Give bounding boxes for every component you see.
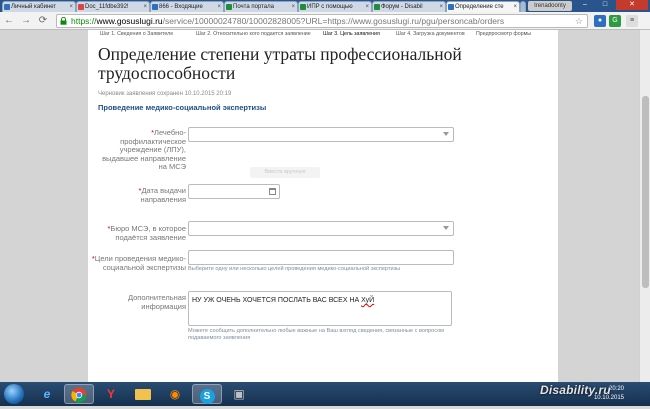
scrollbar-thumb[interactable] — [642, 96, 649, 288]
tab-label: Почта портала — [233, 4, 274, 10]
page-viewport: Шаг 1. Сведения о Заявителе Шаг 2. Относ… — [0, 30, 650, 382]
close-window-button[interactable]: ✕ — [616, 0, 648, 10]
close-tab-icon[interactable]: × — [365, 2, 369, 12]
lpu-label: *Лечебно-профилактическое учреждение (ЛП… — [100, 128, 186, 172]
form-container: Шаг 1. Сведения о Заявителе Шаг 2. Относ… — [88, 30, 558, 382]
browser-tab[interactable]: 866 - Входящие × — [150, 1, 224, 12]
folder-icon[interactable] — [128, 384, 158, 404]
wizard-step[interactable]: Шаг 2. Относительно кого подается заявле… — [196, 31, 311, 37]
favicon-icon — [448, 4, 454, 10]
wizard-step[interactable]: Шаг 4. Загрузка документов — [396, 31, 465, 37]
url-host: www.gosuslugi.ru — [96, 16, 163, 26]
textarea-value-misspelled: ХуЙ — [361, 297, 375, 304]
bookmark-star-icon[interactable]: ☆ — [575, 15, 583, 27]
url-scheme: https:// — [71, 16, 97, 26]
date-label-text: Дата выдачи направления — [140, 186, 186, 204]
chevron-down-icon — [443, 226, 449, 230]
additional-info-textarea[interactable]: НУ УЖ ОЧЕНЬ ХОЧЕТСЯ ПОСЛАТЬ ВАС ВСЕХ НА … — [188, 291, 452, 326]
favicon-icon — [226, 4, 232, 10]
tab-label: Личный кабинет — [11, 4, 57, 10]
browser-tab[interactable]: Личный кабинет × — [2, 1, 76, 12]
yandex-icon[interactable]: Y — [96, 384, 126, 404]
new-tab-button[interactable] — [520, 1, 526, 12]
chrome-icon[interactable] — [64, 384, 94, 404]
chevron-down-icon — [443, 132, 449, 136]
bureau-label-text: Бюро МСЭ, в которое подаётся заявление — [110, 224, 186, 242]
minimize-button[interactable]: – — [576, 0, 594, 10]
wizard-step[interactable]: Шаг 1. Сведения о Заявителе — [100, 31, 173, 37]
tab-label: Форум - Disabil — [381, 4, 423, 10]
chrome-logo-icon — [71, 387, 87, 403]
draft-saved-text: Черновик заявления сохранен 10.10.2015 2… — [98, 91, 232, 97]
extension-g-icon[interactable]: G — [609, 15, 621, 27]
media-icon[interactable]: ◉ — [160, 384, 190, 404]
manual-entry-button[interactable]: Ввести вручную — [250, 167, 320, 178]
close-tab-icon[interactable]: × — [143, 2, 147, 12]
tab-label: ИПР с помощью — [307, 4, 353, 10]
profile-button[interactable]: Irenadoonty — [528, 1, 572, 11]
wizard-steps: Шаг 1. Сведения о Заявителе Шаг 2. Относ… — [88, 30, 558, 39]
textarea-value: НУ УЖ ОЧЕНЬ ХОЧЕТСЯ ПОСЛАТЬ ВАС ВСЕХ НА — [192, 297, 362, 304]
address-bar[interactable]: https://www.gosuslugi.ru/service/1000002… — [56, 14, 588, 28]
start-button[interactable] — [4, 384, 24, 404]
lock-icon — [60, 17, 67, 25]
vertical-scrollbar[interactable] — [639, 30, 650, 382]
browser-tab[interactable]: Doc_11fdbe392! × — [76, 1, 150, 12]
date-label: *Дата выдачи направления — [106, 186, 186, 204]
tab-label: Определение сте — [455, 4, 504, 10]
section-title: Проведение медико-социальной экспертизы — [98, 103, 267, 112]
additional-hint: Можете сообщить дополнительно любые важн… — [188, 328, 445, 341]
skype-icon[interactable]: S — [192, 384, 222, 404]
additional-label: Дополнительная информация — [127, 293, 186, 311]
page-title: Определение степени утраты профессиональ… — [98, 44, 462, 83]
goals-multiselect[interactable] — [188, 250, 454, 265]
wizard-step-current[interactable]: Шаг 3. Цель заявления — [323, 31, 380, 37]
extension-icon[interactable]: ● — [594, 15, 606, 27]
watermark-text: Disability.ru — [540, 383, 611, 397]
goals-label: *Цели проведения медико-социальной экспе… — [86, 254, 186, 272]
unknown-icon[interactable]: ▣ — [224, 384, 254, 404]
close-tab-icon[interactable]: × — [439, 2, 443, 12]
browser-tab[interactable]: Почта портала × — [224, 1, 298, 12]
browser-tab-strip: Личный кабинет × Doc_11fdbe392! × 866 - Вх… — [0, 0, 650, 13]
favicon-icon — [300, 4, 306, 10]
date-field[interactable] — [188, 184, 280, 199]
bureau-label: *Бюро МСЭ, в которое подаётся заявление — [94, 224, 186, 242]
browser-toolbar: ← → ⟳ https://www.gosuslugi.ru/service/1… — [0, 12, 650, 30]
reload-button[interactable]: ⟳ — [37, 15, 49, 27]
close-tab-icon[interactable]: × — [513, 2, 517, 12]
calendar-icon[interactable] — [269, 188, 276, 195]
close-tab-icon[interactable]: × — [217, 2, 221, 12]
favicon-icon — [374, 4, 380, 10]
url-path: /service/10000024780/10002828005?URL=htt… — [162, 16, 505, 26]
lpu-label-text: Лечебно-профилактическое учреждение (ЛПУ… — [102, 128, 186, 172]
ie-icon[interactable]: e — [32, 384, 62, 404]
browser-tab[interactable]: Форум - Disabil × — [372, 1, 446, 12]
goals-label-text: Цели проведения медико-социальной экспер… — [94, 254, 186, 272]
back-button[interactable]: ← — [3, 15, 15, 27]
close-tab-icon[interactable]: × — [69, 2, 73, 12]
bureau-select[interactable] — [188, 221, 454, 236]
favicon-icon — [4, 4, 10, 10]
goals-hint: Выберите одну или несколько целей провед… — [188, 266, 401, 272]
forward-button[interactable]: → — [20, 15, 32, 27]
browser-tab[interactable]: ИПР с помощью × — [298, 1, 372, 12]
favicon-icon — [152, 4, 158, 10]
close-tab-icon[interactable]: × — [291, 2, 295, 12]
wizard-step[interactable]: Предпросмотр формы — [476, 31, 531, 37]
maximize-button[interactable]: □ — [596, 0, 614, 10]
tab-label: 866 - Входящие — [159, 4, 203, 10]
menu-icon[interactable]: ≡ — [626, 15, 638, 27]
lpu-select[interactable] — [188, 127, 454, 142]
favicon-icon — [78, 4, 84, 10]
tab-label: Doc_11fdbe392! — [85, 4, 129, 10]
